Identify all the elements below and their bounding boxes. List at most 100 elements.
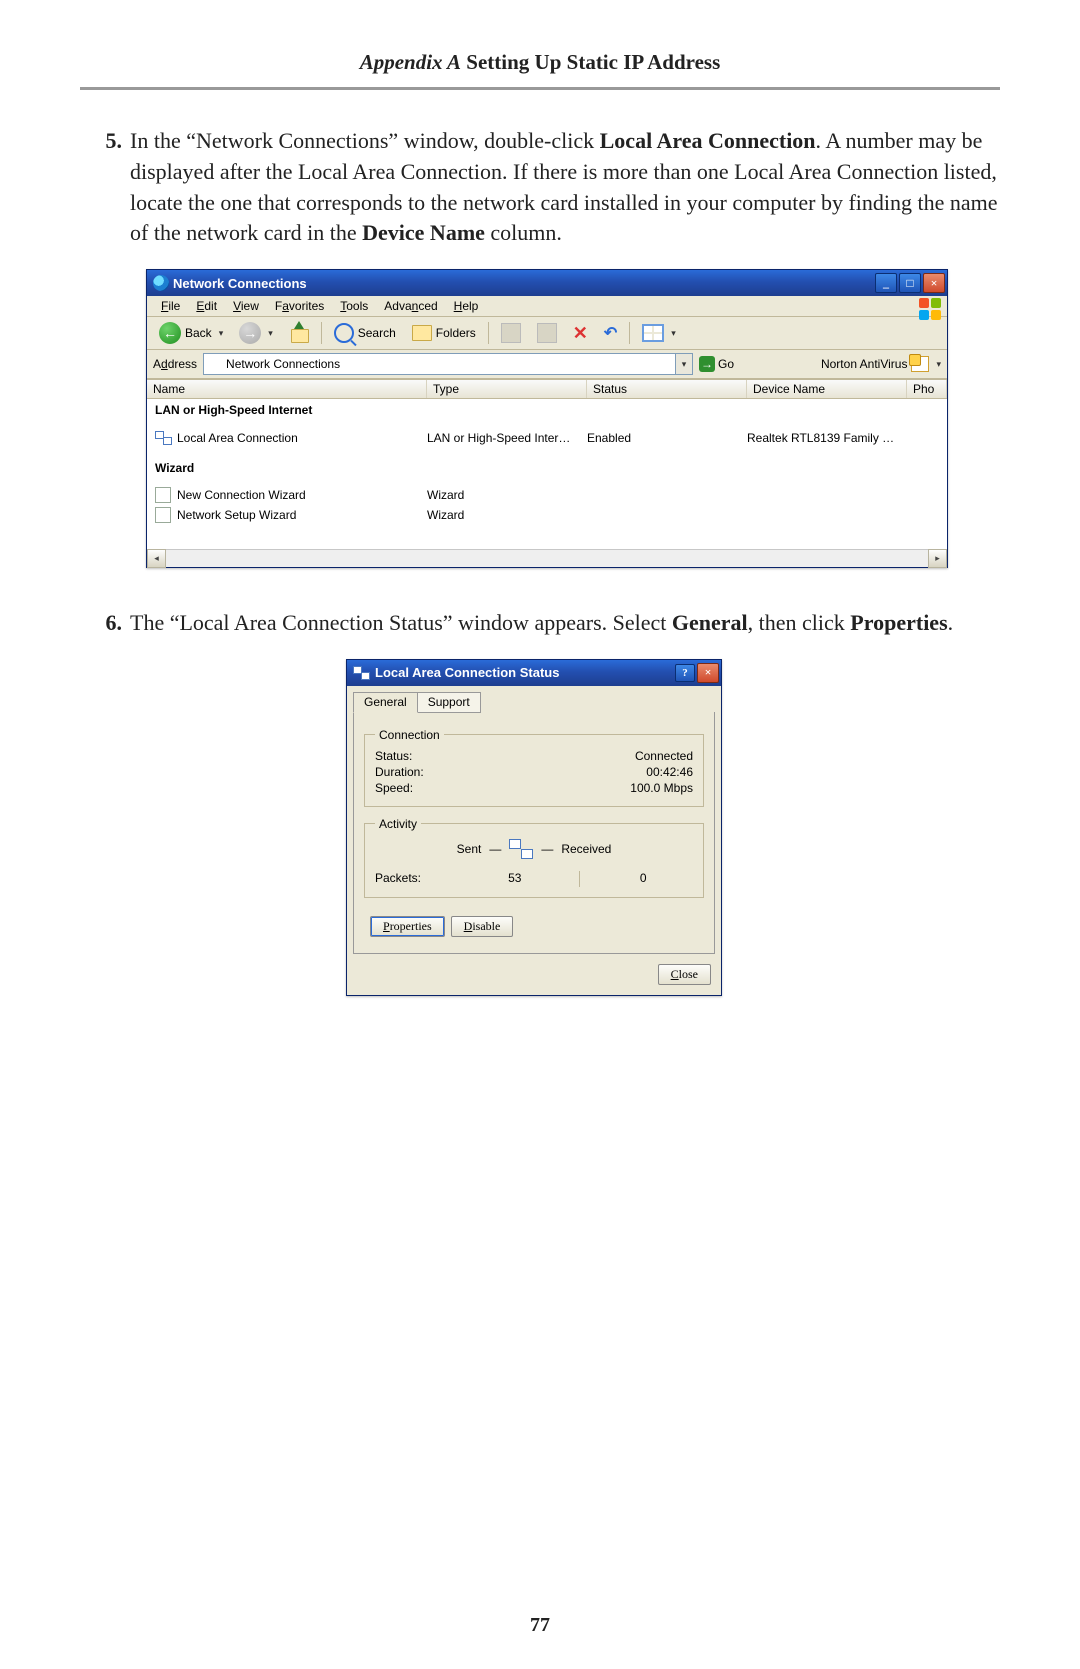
- toolbar: ← Back ▾ → ▾ Search Folder: [147, 317, 947, 350]
- menubar: File Edit View Favorites Tools Advanced …: [147, 296, 947, 317]
- norton-label: Norton AntiVirus: [821, 357, 908, 371]
- menu-tools[interactable]: Tools: [332, 298, 376, 314]
- wizard-icon: [155, 507, 171, 523]
- tab-general[interactable]: General: [353, 692, 418, 713]
- row-type: Wizard: [427, 488, 587, 502]
- undo-icon: ↶: [604, 323, 617, 343]
- search-icon: [334, 323, 354, 343]
- step-6: 6. The “Local Area Connection Status” wi…: [80, 608, 1000, 639]
- up-button[interactable]: [283, 321, 315, 345]
- network-icon: [153, 275, 169, 291]
- delete-button[interactable]: ✕: [567, 321, 594, 346]
- row-type: Wizard: [427, 508, 587, 522]
- duration-label: Duration:: [375, 765, 424, 779]
- copy-icon: [537, 323, 557, 343]
- back-dropdown-icon: ▾: [216, 328, 224, 339]
- horizontal-scrollbar[interactable]: ◂ ▸: [147, 549, 947, 567]
- scroll-left-icon[interactable]: ◂: [147, 549, 166, 568]
- move-icon: [501, 323, 521, 343]
- dialog-tabs: General Support: [347, 686, 721, 713]
- step-number: 6.: [80, 608, 130, 639]
- address-input[interactable]: Network Connections ▾: [203, 353, 693, 375]
- lan-connection-icon: [353, 666, 369, 680]
- forward-button[interactable]: → ▾: [233, 320, 279, 346]
- column-type[interactable]: Type: [427, 380, 587, 398]
- menu-advanced[interactable]: Advanced: [376, 298, 445, 314]
- folders-icon: [412, 325, 432, 341]
- group-legend: Connection: [375, 728, 444, 742]
- group-connection: Connection Status:Connected Duration:00:…: [364, 728, 704, 807]
- go-button[interactable]: → Go: [699, 356, 734, 372]
- screenshot-network-connections: Network Connections _ □ × File Edit View…: [146, 269, 1000, 568]
- group-lan: LAN or High-Speed Internet: [147, 399, 947, 421]
- titlebar[interactable]: Network Connections _ □ ×: [147, 270, 947, 296]
- close-button[interactable]: ×: [923, 273, 945, 293]
- row-device: Realtek RTL8139 Family …: [747, 431, 927, 445]
- address-dropdown-icon[interactable]: ▾: [675, 354, 692, 374]
- listview-body: LAN or High-Speed Internet Local Area Co…: [147, 399, 947, 549]
- forward-arrow-icon: →: [239, 322, 261, 344]
- row-network-setup-wizard[interactable]: Network Setup Wizard Wizard: [147, 505, 947, 525]
- window-connection-status: Local Area Connection Status ? × General…: [346, 659, 722, 996]
- step-text: In the “Network Connections” window, dou…: [130, 126, 1000, 249]
- views-icon: [642, 324, 664, 342]
- packets-label: Packets:: [375, 871, 465, 887]
- window-network-connections: Network Connections _ □ × File Edit View…: [146, 269, 948, 568]
- back-arrow-icon: ←: [159, 322, 181, 344]
- copy-to-button[interactable]: [531, 321, 563, 345]
- close-button[interactable]: ×: [697, 663, 719, 683]
- folders-button[interactable]: Folders: [406, 323, 482, 343]
- help-button[interactable]: ?: [675, 664, 695, 682]
- norton-toolbar-item[interactable]: Norton AntiVirus ▾: [821, 356, 941, 372]
- toolbar-separator: [321, 322, 322, 344]
- page-header: Appendix A Setting Up Static IP Address: [80, 50, 1000, 87]
- views-dropdown-icon: ▾: [668, 328, 676, 339]
- menu-help[interactable]: Help: [446, 298, 487, 314]
- column-name[interactable]: Name: [147, 380, 427, 398]
- received-label: Received: [561, 842, 611, 856]
- norton-dropdown-icon: ▾: [933, 359, 941, 370]
- column-pho[interactable]: Pho: [907, 380, 947, 398]
- address-value: Network Connections: [226, 357, 340, 371]
- norton-icon: [911, 356, 929, 372]
- minimize-button[interactable]: _: [875, 273, 897, 293]
- column-status[interactable]: Status: [587, 380, 747, 398]
- toolbar-separator: [488, 322, 489, 344]
- scroll-right-icon[interactable]: ▸: [928, 549, 947, 568]
- menu-favorites[interactable]: Favorites: [267, 298, 332, 314]
- row-type: LAN or High-Speed Inter…: [427, 431, 587, 445]
- undo-button[interactable]: ↶: [598, 321, 623, 345]
- header-title: Setting Up Static IP Address: [461, 50, 720, 74]
- group-legend: Activity: [375, 817, 421, 831]
- go-arrow-icon: →: [699, 356, 715, 372]
- column-device[interactable]: Device Name: [747, 380, 907, 398]
- menu-file[interactable]: File: [153, 298, 188, 314]
- row-new-connection-wizard[interactable]: New Connection Wizard Wizard: [147, 485, 947, 505]
- group-activity: Activity Sent — — Received Packets: 53 0: [364, 817, 704, 898]
- search-button[interactable]: Search: [328, 321, 402, 345]
- window-title: Local Area Connection Status: [375, 665, 675, 680]
- step-text: The “Local Area Connection Status” windo…: [130, 608, 1000, 639]
- search-label: Search: [358, 326, 396, 340]
- properties-button[interactable]: Properties: [370, 916, 445, 937]
- speed-label: Speed:: [375, 781, 413, 795]
- close-button[interactable]: Close: [658, 964, 711, 985]
- views-button[interactable]: ▾: [636, 322, 682, 344]
- move-to-button[interactable]: [495, 321, 527, 345]
- disable-button[interactable]: Disable: [451, 916, 514, 937]
- dialog-buttons: Properties Disable: [364, 908, 704, 943]
- tab-support[interactable]: Support: [417, 692, 481, 713]
- duration-value: 00:42:46: [646, 765, 693, 779]
- step-5: 5. In the “Network Connections” window, …: [80, 126, 1000, 249]
- row-local-area-connection[interactable]: Local Area Connection LAN or High-Speed …: [147, 429, 947, 447]
- back-button[interactable]: ← Back ▾: [153, 320, 229, 346]
- go-label: Go: [718, 357, 734, 371]
- titlebar[interactable]: Local Area Connection Status ? ×: [347, 660, 721, 686]
- menu-view[interactable]: View: [225, 298, 267, 314]
- speed-value: 100.0 Mbps: [630, 781, 693, 795]
- menu-edit[interactable]: Edit: [188, 298, 225, 314]
- maximize-button[interactable]: □: [899, 273, 921, 293]
- dialog-panel: Connection Status:Connected Duration:00:…: [353, 712, 715, 954]
- packets-sent: 53: [465, 871, 565, 887]
- delete-icon: ✕: [573, 323, 588, 344]
